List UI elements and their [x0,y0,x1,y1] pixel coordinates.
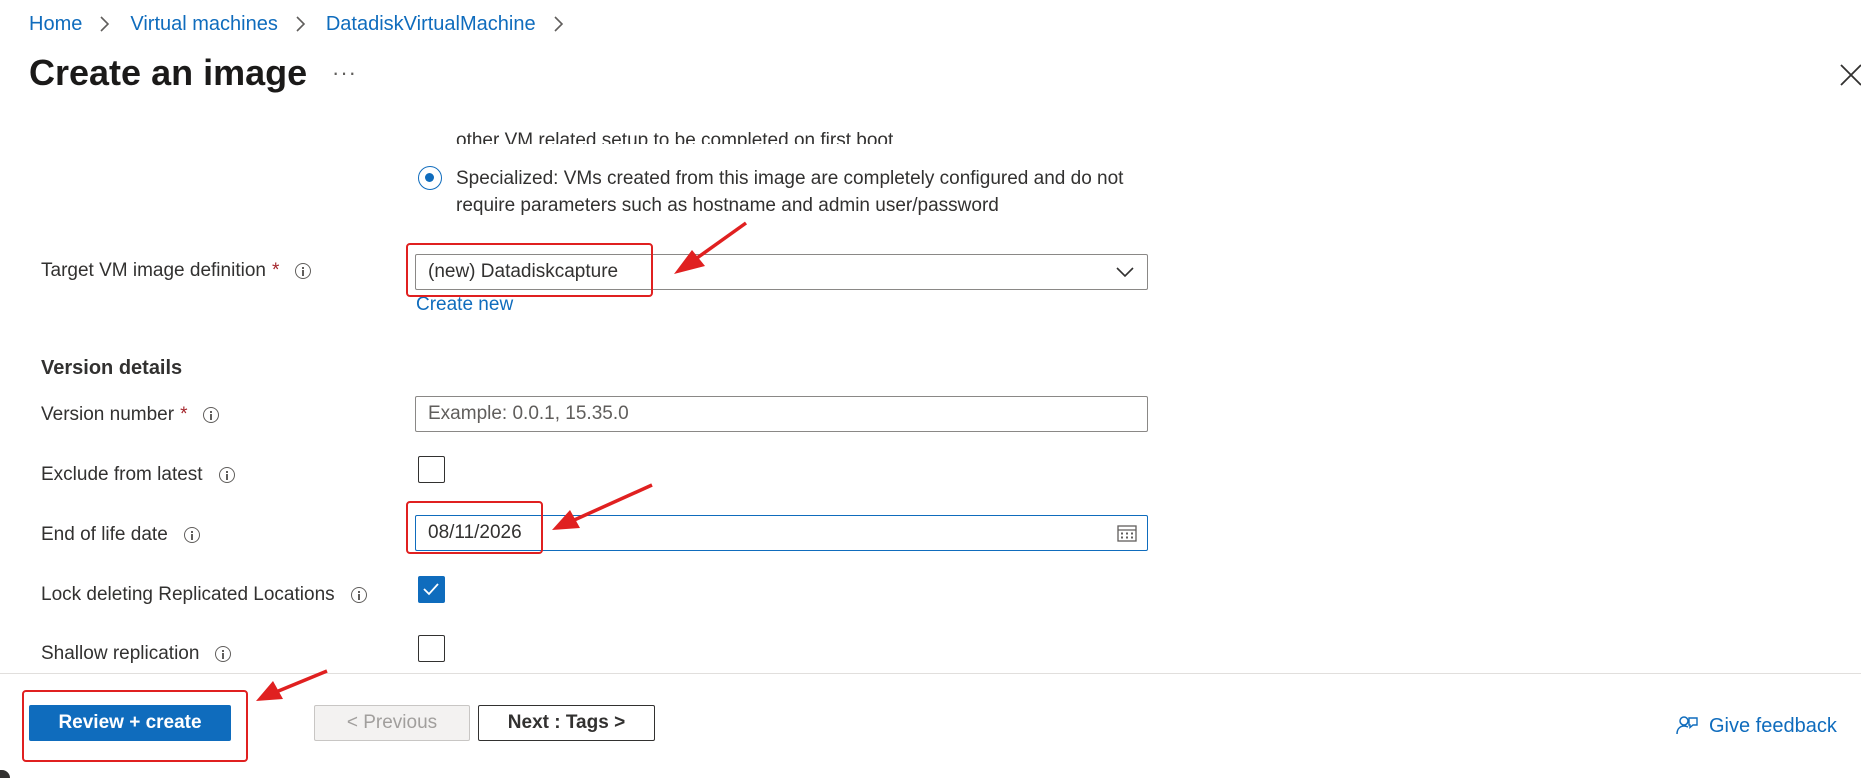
annotation-arrow [256,669,328,701]
annotation-arrow [674,221,748,274]
annotation-arrows [256,221,748,701]
annotation-arrow [552,483,653,530]
